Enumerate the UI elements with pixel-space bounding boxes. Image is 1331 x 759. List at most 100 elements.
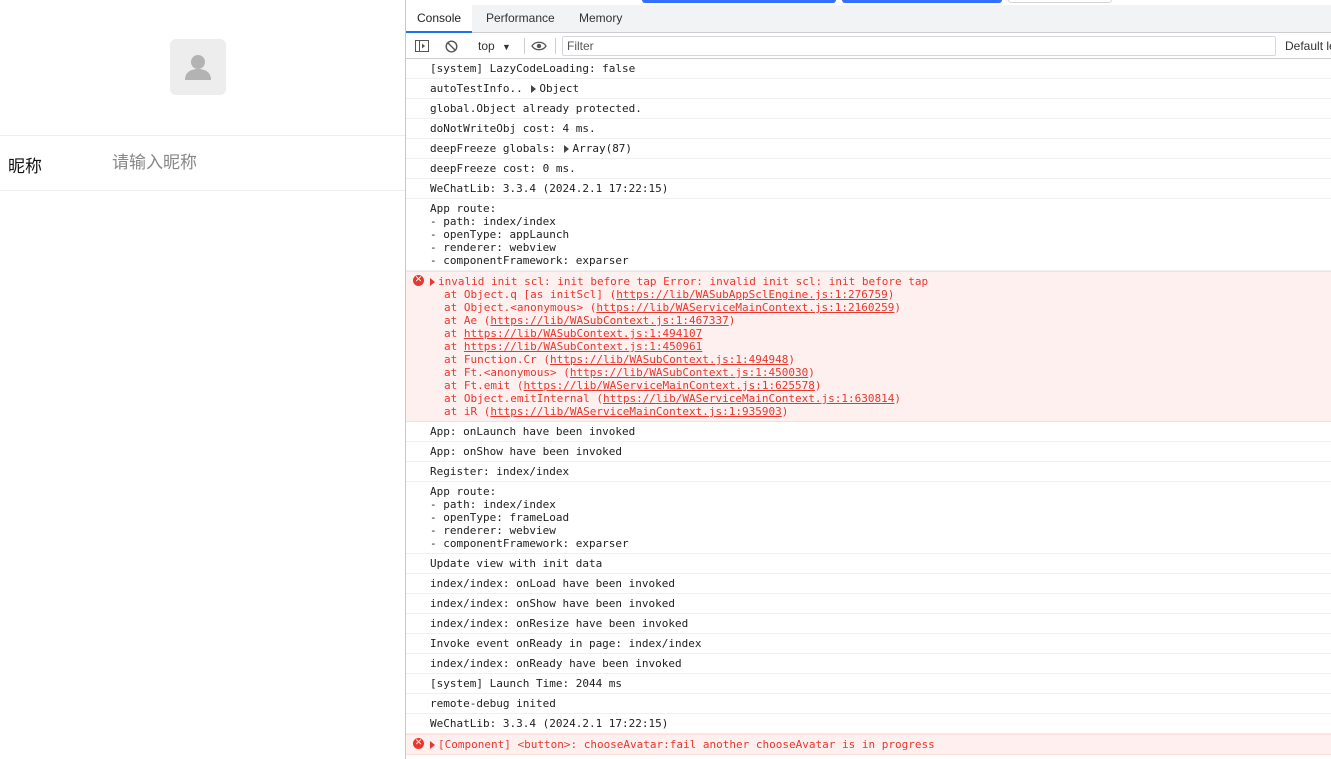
- sidebar-toggle-icon[interactable]: [414, 38, 430, 54]
- devtools-panel: Console Performance Memory top ▼ Default…: [405, 0, 1331, 759]
- log-line: - componentFramework: exparser: [430, 537, 629, 550]
- stack-frame-text: at Ft.emit (: [444, 379, 524, 392]
- stack-frame-text: at Object.q [as initScl] (: [444, 288, 617, 301]
- stack-frame-link[interactable]: https://lib/WASubContext.js:1:494948: [550, 353, 788, 366]
- stack-frame-text: ): [814, 379, 822, 392]
- context-select[interactable]: top ▼: [478, 38, 511, 54]
- stack-frame-text: at iR (: [444, 405, 491, 418]
- log-line: - path: index/index: [430, 498, 556, 511]
- log-text: App: onShow have been invoked: [430, 445, 623, 458]
- console-log-row: Update view with init data: [406, 554, 1331, 574]
- console-log-row: index/index: onShow have been invoked: [406, 594, 1331, 614]
- log-text: WeChatLib: 3.3.4 (2024.2.1 17:22:15): [430, 717, 669, 730]
- stack-frame-text: ): [894, 301, 901, 314]
- stack-frame-text: ): [781, 405, 789, 418]
- stack-frame-link[interactable]: https://lib/WASubContext.js:1:450030: [570, 366, 808, 379]
- expand-triangle-icon[interactable]: [430, 741, 435, 749]
- tab-memory[interactable]: Memory: [568, 5, 633, 32]
- toolbar-separator: [555, 38, 556, 54]
- stack-frame: at Object.q [as initScl] (https://lib/WA…: [428, 288, 1328, 301]
- stack-frame-text: at Ft.<anonymous> (: [444, 366, 570, 379]
- console-log-row: global.Object already protected.: [406, 99, 1331, 119]
- stack-frame: at Object.<anonymous> (https://lib/WASer…: [428, 301, 1328, 314]
- stack-frame: at Ae (https://lib/WASubContext.js:1:467…: [428, 314, 1328, 327]
- log-text: index/index: onLoad have been invoked: [430, 577, 676, 590]
- log-text: remote-debug inited: [430, 697, 556, 710]
- stack-frame-text: at Object.<anonymous> (: [444, 301, 597, 314]
- log-line: App route:: [430, 202, 497, 215]
- clear-console-icon[interactable]: [443, 38, 459, 54]
- stack-frame-link[interactable]: https://lib/WAServiceMainContext.js:1:93…: [490, 405, 781, 418]
- stack-frame-link[interactable]: https://lib/WAServiceMainContext.js:1:21…: [596, 301, 894, 314]
- console-log-row: remote-debug inited: [406, 694, 1331, 714]
- log-text: autoTestInfo..: [430, 82, 530, 95]
- log-line: - componentFramework: exparser: [430, 254, 629, 267]
- stack-frame: at https://lib/WASubContext.js:1:450961: [428, 340, 1328, 353]
- console-prompt[interactable]: ›: [406, 755, 1331, 759]
- console-log-row: WeChatLib: 3.3.4 (2024.2.1 17:22:15): [406, 714, 1331, 734]
- expand-triangle-icon[interactable]: [430, 278, 435, 286]
- stack-frame-link[interactable]: https://lib/WASubContext.js:1:494107: [464, 327, 702, 340]
- console-log-row: App: onLaunch have been invoked: [406, 422, 1331, 442]
- stack-frame-text: at Ae (: [444, 314, 491, 327]
- error-icon: ✕: [413, 275, 424, 286]
- stack-frame-link[interactable]: https://lib/WAServiceMainContext.js:1:63…: [603, 392, 894, 405]
- log-text: WeChatLib: 3.3.4 (2024.2.1 17:22:15): [430, 182, 669, 195]
- context-value: top: [478, 39, 495, 53]
- log-object-preview[interactable]: Object: [539, 82, 579, 95]
- divider: [0, 135, 405, 136]
- log-line: - openType: appLaunch: [430, 228, 570, 241]
- log-text: index/index: onResize have been invoked: [430, 617, 689, 630]
- top-white-button[interactable]: [1008, 0, 1112, 3]
- default-avatar-icon: [185, 55, 211, 80]
- console-log-row: deepFreeze cost: 0 ms.: [406, 159, 1331, 179]
- console-log-row: index/index: onLoad have been invoked: [406, 574, 1331, 594]
- top-blue-button-1[interactable]: [642, 0, 836, 3]
- console-log-row: [system] LazyCodeLoading: false: [406, 59, 1331, 79]
- log-levels-dropdown[interactable]: Default le: [1285, 38, 1331, 54]
- log-text: deepFreeze cost: 0 ms.: [430, 162, 576, 175]
- stack-frame-link[interactable]: https://lib/WASubContext.js:1:467337: [490, 314, 728, 327]
- nickname-input[interactable]: [112, 150, 392, 176]
- console-log-row: App: onShow have been invoked: [406, 442, 1331, 462]
- log-text: doNotWriteObj cost: 4 ms.: [430, 122, 596, 135]
- console-error-row: ✕ invalid init scl: init before tap Error…: [406, 271, 1331, 422]
- console-output: [system] LazyCodeLoading: false autoTestI…: [406, 59, 1331, 759]
- stack-frame-text: at: [444, 327, 464, 340]
- stack-frame-text: ): [887, 288, 895, 301]
- console-error-row: ✕ [Component] <button>: chooseAvatar:fail…: [406, 734, 1331, 755]
- top-blue-button-2[interactable]: [842, 0, 1002, 3]
- stack-frame-link[interactable]: https://lib/WASubAppSclEngine.js:1:27675…: [616, 288, 888, 301]
- error-icon: ✕: [413, 738, 424, 749]
- expand-triangle-icon[interactable]: [564, 145, 570, 153]
- console-log-row: index/index: onReady have been invoked: [406, 654, 1331, 674]
- stack-frame-link[interactable]: https://lib/WASubContext.js:1:450961: [464, 340, 702, 353]
- stack-frame-text: ): [788, 353, 796, 366]
- console-log-row: WeChatLib: 3.3.4 (2024.2.1 17:22:15): [406, 179, 1331, 199]
- log-text: global.Object already protected.: [430, 102, 642, 115]
- console-log-row: deepFreeze globals: Array(87): [406, 139, 1331, 159]
- eye-icon[interactable]: [530, 38, 548, 54]
- stack-frame-text: ): [728, 314, 736, 327]
- tab-performance[interactable]: Performance: [475, 5, 566, 32]
- log-object-preview[interactable]: Array(87): [572, 142, 632, 155]
- log-list: [system] LazyCodeLoading: false autoTestI…: [406, 59, 1331, 755]
- error-message: [Component] <button>: chooseAvatar:fail …: [438, 738, 935, 751]
- simulator-panel: 昵称: [0, 0, 405, 759]
- console-log-row: autoTestInfo.. Object: [406, 79, 1331, 99]
- filter-input[interactable]: [562, 36, 1276, 56]
- console-log-row: App route: - path: index/index - openType:…: [406, 199, 1331, 271]
- log-line: - path: index/index: [430, 215, 556, 228]
- expand-triangle-icon[interactable]: [531, 85, 537, 93]
- error-message: invalid init scl: init before tap Error:…: [438, 275, 929, 288]
- console-log-row: [system] Launch Time: 2044 ms: [406, 674, 1331, 694]
- log-text: deepFreeze globals:: [430, 142, 563, 155]
- stack-frame: at iR (https://lib/WAServiceMainContext.…: [428, 405, 1328, 418]
- console-log-row: Invoke event onReady in page: index/inde…: [406, 634, 1331, 654]
- stack-frame-link[interactable]: https://lib/WAServiceMainContext.js:1:62…: [523, 379, 814, 392]
- console-log-row: doNotWriteObj cost: 4 ms.: [406, 119, 1331, 139]
- choose-avatar-button[interactable]: [170, 39, 226, 95]
- tab-console[interactable]: Console: [406, 5, 473, 33]
- devtools-tabbar: Console Performance Memory: [406, 5, 1331, 33]
- log-line: - renderer: webview: [430, 241, 556, 254]
